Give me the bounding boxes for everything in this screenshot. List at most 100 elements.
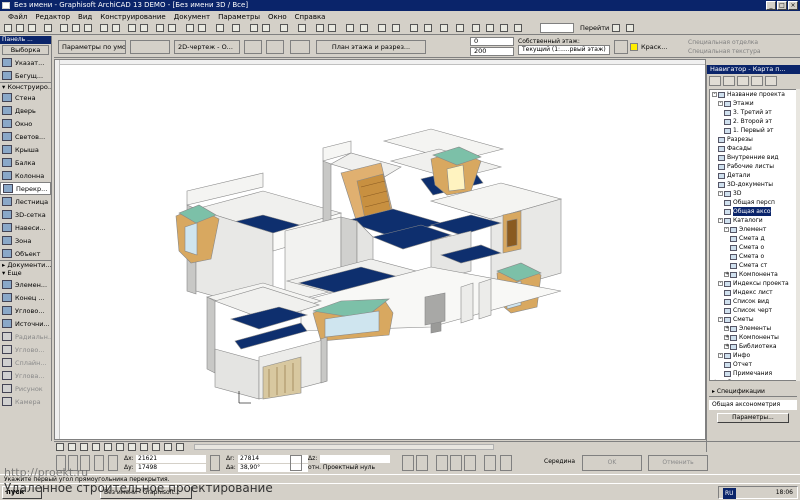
tree-item[interactable]: Внутренние вид [710,153,796,162]
grid-icon[interactable] [198,24,206,32]
collapse-icon[interactable]: - [718,191,723,196]
tree-item[interactable]: - Сметы [710,315,796,324]
tool-spline[interactable]: Сплайн... [0,356,51,369]
tree-item[interactable]: Индекс лист [710,288,796,297]
tree-item[interactable]: + Библиотека [710,342,796,351]
collapse-icon[interactable]: - [712,92,717,97]
tree-item[interactable]: - 3D [710,189,796,198]
tool-wall[interactable]: Стена [0,91,51,104]
tree-item[interactable]: Примечания [710,369,796,378]
expand-icon[interactable]: + [724,326,729,331]
3d-view-canvas[interactable] [54,59,706,440]
floor-plan-dropdown[interactable]: План этажа и разрез... [316,40,426,54]
menu-view[interactable]: Вид [74,13,96,21]
tool-zone[interactable]: Зона [0,234,51,247]
tree-item[interactable]: Рабочие листы [710,162,796,171]
language-indicator[interactable]: RU [723,488,736,499]
cut-icon[interactable] [60,24,68,32]
menu-design[interactable]: Конструирование [96,13,169,21]
collapse-icon[interactable]: - [724,227,729,232]
tool-end[interactable]: Конец ... [0,291,51,304]
default-settings-label[interactable]: Параметры по умолч. [58,40,126,54]
own-floor-dropdown[interactable]: Текущий (1:.....рвый этаж) [518,45,610,55]
tree-item[interactable]: + Справка [710,378,796,381]
collapse-icon[interactable]: - [718,218,723,223]
expand-icon[interactable]: + [713,380,717,381]
tool-element[interactable]: Элемен... [0,278,51,291]
tool-object[interactable]: Объект [0,247,51,260]
goto-field[interactable] [540,23,574,33]
magic-wand-icon[interactable] [232,24,240,32]
mirror-icon[interactable] [262,24,270,32]
camera-tab-icon[interactable] [140,443,148,451]
tool-camera[interactable]: Камера [0,395,51,408]
fit-tab-icon[interactable] [68,443,76,451]
rotate-icon[interactable] [280,24,288,32]
collapse-icon[interactable]: - [718,317,723,322]
orbit-tab-icon[interactable] [92,443,100,451]
cut-tab-icon[interactable] [176,443,184,451]
menu-edit[interactable]: Редактор [31,13,74,21]
suspend-icon[interactable] [416,455,428,471]
magic-icon[interactable] [402,455,414,471]
publish-icon[interactable] [456,24,464,32]
layout-icon[interactable] [472,24,480,32]
tool-window[interactable]: Окно [0,117,51,130]
tree-item[interactable]: 3D-документы [710,180,796,189]
tool-drawing[interactable]: Рисунок [0,382,51,395]
hide-tab-icon[interactable] [152,443,160,451]
tree-item[interactable]: Список черт [710,306,796,315]
check-icon[interactable] [436,455,448,471]
tree-item[interactable]: 2. Второй эт [710,117,796,126]
tree-item[interactable]: Фасады [710,144,796,153]
bottom-height-input[interactable]: 200 [470,47,514,56]
clock[interactable]: 18:06 [776,487,793,498]
layout-book-tab[interactable] [737,76,749,86]
tree-item[interactable]: Смета о [710,243,796,252]
print-icon[interactable] [44,24,52,32]
collapse-icon[interactable]: - [718,353,723,358]
menu-file[interactable]: Файл [4,13,31,21]
navigator-icon[interactable] [500,24,508,32]
pan-icon[interactable] [346,24,354,32]
3d-view-icon[interactable] [378,24,386,32]
close-button[interactable]: × [788,1,798,10]
settings-icon[interactable] [514,24,522,32]
view-dropdown[interactable]: 2D-чертеж - О... [174,40,240,54]
slab-settings-icon[interactable] [130,40,170,54]
help-icon[interactable] [626,24,634,32]
explore-tab-icon[interactable] [164,443,172,451]
tool-curtain[interactable]: Навеси... [0,221,51,234]
material-icon[interactable] [614,40,628,54]
section-icon[interactable] [410,24,418,32]
info-icon[interactable] [612,24,620,32]
tree-item[interactable]: Общая аксо [710,207,796,216]
cursor-snap-icon[interactable] [450,455,462,471]
fit-icon[interactable] [360,24,368,32]
dz-reference[interactable]: отн. Проектный нуль [308,464,375,472]
tool-stair[interactable]: Лестница [0,195,51,208]
measure-icon[interactable] [486,24,494,32]
marquee-icon[interactable] [140,24,148,32]
params-button[interactable]: Параметры... [717,413,789,423]
tree-scrollbar[interactable] [796,89,800,381]
tree-item[interactable]: + Компонента [710,270,796,279]
tool-beam[interactable]: Балка [0,156,51,169]
section-document[interactable]: ▸ Документи... [0,260,51,269]
zoom-tab-icon[interactable] [56,443,64,451]
pointer-icon[interactable] [128,24,136,32]
menu-window[interactable]: Окно [264,13,291,21]
tree-item[interactable]: Смета д [710,234,796,243]
eraser-icon[interactable] [290,40,310,54]
tree-item[interactable]: - Элемент [710,225,796,234]
zoom-in-icon[interactable] [316,24,324,32]
section-design[interactable]: ▾ Конструиро... [0,82,51,91]
tree-item[interactable]: Детали [710,171,796,180]
copy-icon[interactable] [72,24,80,32]
tree-item[interactable]: - Этажи [710,99,796,108]
tool-mesh[interactable]: 3D-сетка [0,208,51,221]
tool-marquee[interactable]: Бегущ... [0,69,51,82]
tool-angle[interactable]: Углово... [0,304,51,317]
tree-item[interactable]: Список вид [710,297,796,306]
tool-angle2[interactable]: Углова... [0,369,51,382]
